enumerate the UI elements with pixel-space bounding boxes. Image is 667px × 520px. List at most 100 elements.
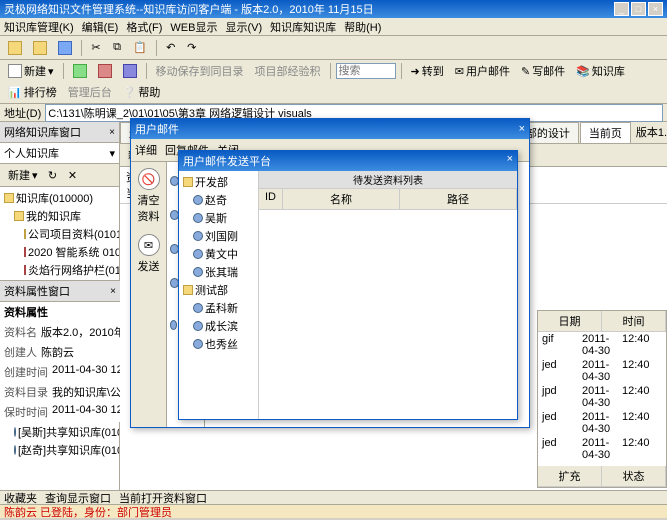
tb-forward-button[interactable]: ➜转到 — [407, 62, 448, 80]
prop-key: 资料名 — [4, 324, 37, 340]
send-tree-item[interactable]: 黄文中 — [181, 245, 256, 263]
toolbar-2: 新建▾ 移动保存到同目录 项目部经验积 ➜转到 ✉用户邮件 ✎写邮件 📚知识库 … — [0, 60, 667, 104]
menu-help[interactable]: 帮助(H) — [344, 19, 381, 35]
file-row[interactable]: jed2011-04-3012:40 — [538, 358, 666, 384]
file-ext: jed — [542, 359, 582, 383]
send-tree-item[interactable]: 赵奇 — [181, 191, 256, 209]
menu-format[interactable]: 格式(F) — [126, 19, 162, 35]
send-dialog-title[interactable]: 用户邮件发送平台 × — [179, 151, 517, 171]
mail-close-icon[interactable]: × — [519, 123, 525, 135]
send-table-title: 待发送资料列表 — [259, 171, 517, 189]
menu-view[interactable]: 显示(V) — [225, 19, 262, 35]
minimize-button[interactable]: _ — [614, 2, 629, 16]
left-panel-close-icon[interactable]: × — [109, 127, 115, 138]
left-new-label: 新建 — [8, 167, 30, 183]
prop-row: 资料目录我的知识库\公司项目 — [0, 382, 120, 402]
prop-row: 保时时间2011-04-30 12:40 — [0, 402, 120, 422]
mail-dialog-title[interactable]: 用户邮件 × — [131, 119, 529, 139]
prop-val: 我的知识库\公司项目 — [52, 384, 120, 400]
tb-paste-icon[interactable]: 📋 — [129, 39, 151, 57]
menu-web[interactable]: WEB显示 — [170, 19, 217, 35]
tb-help-button[interactable]: ❔帮助 — [119, 83, 165, 101]
mail-send-label: 发送 — [138, 261, 160, 273]
tree-item[interactable]: 公司项目资料(01010) — [2, 225, 117, 243]
tb-open-icon[interactable] — [29, 39, 51, 57]
menu-knowledge[interactable]: 知识库管理(K) — [4, 19, 74, 35]
send-tree-item[interactable]: 也秀丝 — [181, 335, 256, 353]
tree-icon — [193, 249, 203, 259]
tb-btn-icon[interactable] — [94, 62, 116, 80]
tb-redo-icon[interactable]: ↷ — [183, 39, 201, 57]
col-ext[interactable]: 扩充 — [538, 466, 602, 486]
tb-btn-icon[interactable] — [69, 62, 91, 80]
mail-clear-button[interactable]: 🚫清空资料 — [135, 168, 163, 224]
tb-sep — [156, 40, 157, 56]
send-close-icon[interactable]: × — [507, 153, 513, 169]
tb-sep — [81, 40, 82, 56]
left-tb-icon[interactable]: ↻ — [44, 166, 62, 184]
menu-kb[interactable]: 知识库知识库 — [270, 19, 336, 35]
file-row[interactable]: gif2011-04-3012:40 — [538, 332, 666, 358]
tree-item[interactable]: 2020 智能系统 0101 — [2, 243, 117, 261]
col-name[interactable]: 名称 — [283, 189, 400, 209]
left-tb-icon[interactable]: ✕ — [64, 166, 82, 184]
file-ext: jed — [542, 411, 582, 435]
send-table: 待发送资料列表 ID 名称 路径 — [259, 171, 517, 419]
send-platform-dialog: 用户邮件发送平台 × 开发部赵奇吴斯刘国刚黄文中张其瑞测试部孟科新成长滨也秀丝 … — [178, 150, 518, 420]
tb-rank-button[interactable]: 📊排行榜 — [4, 83, 61, 101]
tree-item[interactable]: [赵奇]共享知识库(010000 — [2, 441, 117, 459]
tb-btn-icon[interactable] — [119, 62, 141, 80]
tb-writemail-button[interactable]: ✎写邮件 — [517, 62, 569, 80]
tb-newdoc-button[interactable]: 新建▾ — [4, 62, 58, 80]
file-row[interactable]: jed2011-04-3012:40 — [538, 410, 666, 436]
col-status[interactable]: 状态 — [602, 466, 666, 486]
prop-key: 创建时间 — [4, 364, 48, 380]
send-tree-item[interactable]: 吴斯 — [181, 209, 256, 227]
file-footer-header: 扩充 状态 — [538, 466, 666, 487]
tb-copy-icon[interactable]: ⧉ — [108, 39, 126, 57]
maximize-button[interactable]: □ — [631, 2, 646, 16]
file-date: 2011-04-30 — [582, 385, 622, 409]
tree-item[interactable]: 知识库(010000) — [2, 189, 117, 207]
tree-icon — [4, 193, 14, 203]
col-id[interactable]: ID — [259, 189, 283, 209]
send-user-tree[interactable]: 开发部赵奇吴斯刘国刚黄文中张其瑞测试部孟科新成长滨也秀丝 — [179, 171, 259, 419]
left-new-button[interactable]: 新建▾ — [4, 166, 42, 184]
file-row[interactable]: jed2011-04-3012:40 — [538, 436, 666, 462]
menu-edit[interactable]: 编辑(E) — [82, 19, 119, 35]
file-list-panel: 日期 时间 gif2011-04-3012:40jed2011-04-3012:… — [537, 310, 667, 488]
send-tree-item[interactable]: 刘国刚 — [181, 227, 256, 245]
col-date[interactable]: 日期 — [538, 311, 602, 331]
tb-usermail-button[interactable]: ✉用户邮件 — [451, 62, 514, 80]
send-tree-item[interactable]: 成长滨 — [181, 317, 256, 335]
send-tree-item[interactable]: 张其瑞 — [181, 263, 256, 281]
col-path[interactable]: 路径 — [400, 189, 517, 209]
tree-item[interactable]: 炎焰行网络护栏(0102 — [2, 261, 117, 279]
col-time[interactable]: 时间 — [602, 311, 666, 331]
tb-save-icon[interactable] — [54, 39, 76, 57]
tb-fwd-label: 转到 — [422, 63, 444, 79]
tb-new-icon[interactable] — [4, 39, 26, 57]
send-tree-item[interactable]: 开发部 — [181, 173, 256, 191]
tb-kb-button[interactable]: 📚知识库 — [572, 62, 629, 80]
tree-item[interactable]: 我的知识库 — [2, 207, 117, 225]
left-sub-dropdown-icon[interactable]: ▾ — [109, 147, 115, 160]
search-input[interactable] — [336, 63, 396, 79]
tree-label: 开发部 — [195, 174, 228, 190]
mail-send-button[interactable]: ✉发送 — [135, 234, 163, 274]
tb-cut-icon[interactable]: ✂ — [87, 39, 105, 57]
tb-undo-icon[interactable]: ↶ — [162, 39, 180, 57]
mail-tab-detail[interactable]: 详细 — [135, 142, 157, 158]
close-button[interactable]: × — [648, 2, 663, 16]
tab-item-active[interactable]: 当前页 — [580, 122, 631, 143]
mail-title-text: 用户邮件 — [135, 121, 179, 137]
mail-clear-label: 清空资料 — [138, 195, 160, 223]
send-tree-item[interactable]: 孟科新 — [181, 299, 256, 317]
send-body: 开发部赵奇吴斯刘国刚黄文中张其瑞测试部孟科新成长滨也秀丝 待发送资料列表 ID … — [179, 171, 517, 419]
file-row[interactable]: jpd2011-04-3012:40 — [538, 384, 666, 410]
tree-item[interactable]: [吴斯]共享知识库(0100 — [2, 423, 117, 441]
file-time: 12:40 — [622, 411, 662, 435]
send-tree-item[interactable]: 测试部 — [181, 281, 256, 299]
prop-close-icon[interactable]: × — [110, 286, 116, 297]
left-toolbar: 新建▾ ↻ ✕ — [0, 164, 119, 187]
